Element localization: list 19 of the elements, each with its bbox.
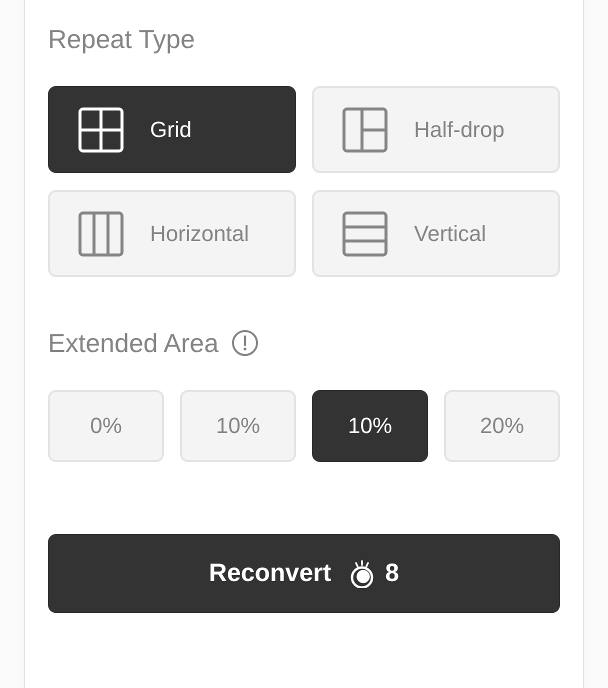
repeat-type-option[interactable]: Vertical (312, 190, 560, 277)
glowing-circle-icon (349, 560, 376, 588)
info-icon[interactable] (230, 329, 259, 357)
extended-area-option[interactable]: 10% (180, 390, 296, 462)
section-heading: Repeat Type (48, 23, 195, 56)
repeat-type-option[interactable]: Horizontal (48, 190, 296, 277)
repeat-type-option[interactable]: Grid (48, 86, 296, 173)
extended-area-option[interactable]: 20% (444, 390, 560, 462)
reconvert-button[interactable]: Reconvert 8 (48, 534, 560, 613)
button-label: Reconvert (208, 559, 332, 588)
section-heading: Extended Area (48, 327, 219, 360)
half-drop-icon (342, 106, 388, 152)
grid-icon (78, 106, 124, 152)
extended-area-option[interactable]: 0% (48, 390, 164, 462)
rows-icon (342, 210, 388, 256)
extended-area-option[interactable]: 10% (312, 390, 428, 462)
repeat-type-option[interactable]: Half-drop (312, 86, 560, 173)
columns-icon (78, 210, 124, 256)
credit-count: 8 (385, 559, 400, 588)
